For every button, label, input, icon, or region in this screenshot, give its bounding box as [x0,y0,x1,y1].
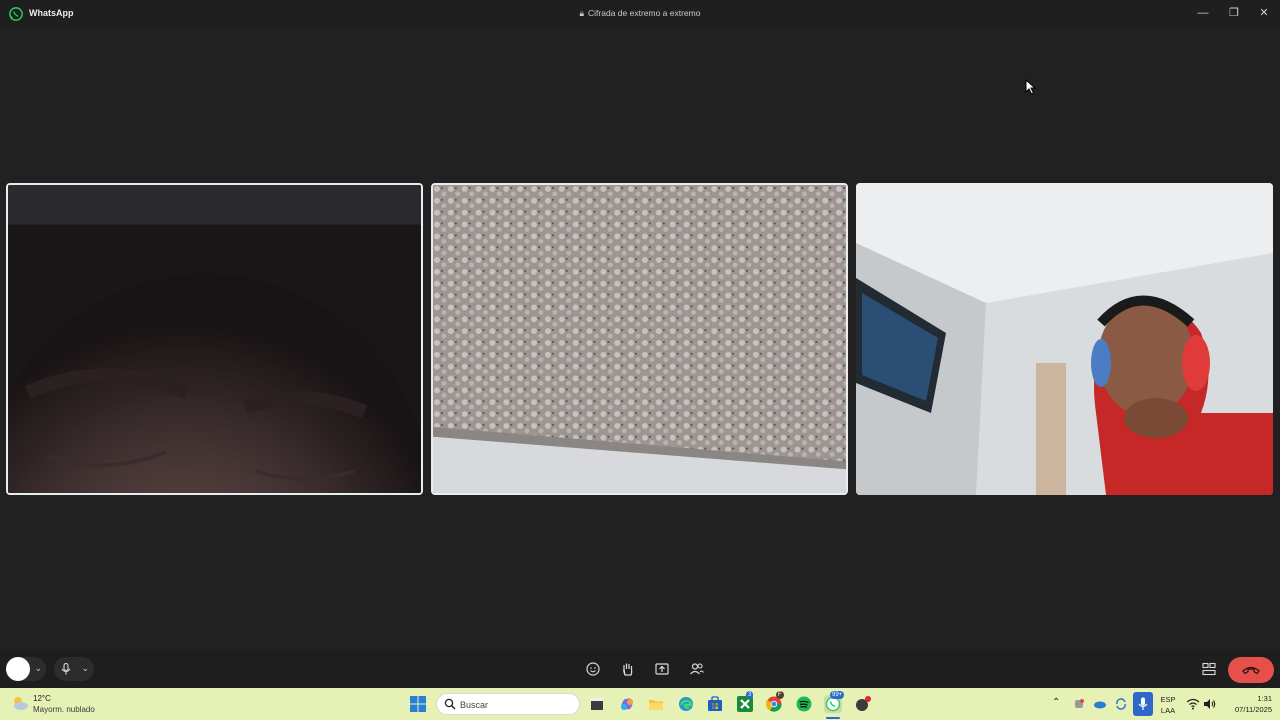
clock-time[interactable]: 1:31 [1226,694,1272,703]
whatsapp-icon[interactable]: 99+ [824,691,845,713]
end-call-button[interactable] [1228,657,1274,683]
title-bar: WhatsApp 🔒︎ Cifrada de extremo a extremo … [0,0,1280,28]
encryption-notice: 🔒︎ Cifrada de extremo a extremo [0,8,1280,19]
spotify-icon[interactable] [795,695,813,713]
close-button[interactable]: ✕ [1254,4,1274,22]
microphone-in-use-icon[interactable] [1133,692,1153,716]
chrome-icon[interactable]: F [765,691,784,713]
tray-app-icon[interactable] [1072,697,1086,711]
share-screen-icon[interactable] [654,661,670,677]
search-placeholder: Buscar [460,700,489,710]
ceiling-video [433,185,846,493]
cloudy-weather-icon[interactable] [10,693,30,713]
participant-video-2[interactable] [431,183,848,495]
volume-icon[interactable] [1203,698,1217,710]
microphone-control[interactable]: ⌄ [54,657,94,681]
microphone-options-chevron-icon[interactable]: ⌄ [81,663,89,674]
call-controls-bar: ⌄ ⌄ [0,650,1280,688]
onedrive-icon[interactable] [1093,697,1107,711]
xbox-icon[interactable]: 3 [736,691,754,713]
camera-options-chevron-icon[interactable]: ⌄ [34,663,42,674]
participant-video-self[interactable] [856,183,1273,495]
input-language[interactable]: ESP [1160,695,1176,704]
encryption-text: Cifrada de extremo a extremo [588,8,701,18]
maximize-button[interactable]: ❐ [1224,4,1244,22]
emoji-icon[interactable] [585,661,601,677]
whatsapp-active-indicator [826,717,840,719]
lock-icon: 🔒︎ [579,8,585,18]
sync-icon[interactable] [1114,697,1128,711]
store-icon[interactable] [706,695,724,713]
raise-hand-icon[interactable] [620,661,636,677]
minimize-button[interactable]: — [1193,4,1213,22]
search-icon [444,698,456,710]
add-participant-icon[interactable] [689,661,705,677]
file-icon[interactable] [588,695,606,713]
start-icon[interactable] [410,696,426,712]
copilot-icon[interactable] [618,695,636,713]
mouse-cursor-icon [1025,79,1037,95]
explorer-icon[interactable] [647,695,665,713]
weather-condition[interactable]: Mayorm. nublado [33,705,95,714]
participant-video-1[interactable] [6,183,423,495]
camera-toggle-knob [6,657,30,681]
person-headphones-video [856,183,1273,495]
layout-grid-icon[interactable] [1201,661,1217,677]
microphone-icon[interactable] [61,663,71,675]
whatsapp-badge: 99+ [830,691,845,699]
camera-toggle[interactable]: ⌄ [6,657,46,681]
windows-taskbar: 12°C Mayorm. nublado Buscar 3 F 99+ ⌃ ES… [0,688,1280,720]
wifi-icon[interactable] [1186,698,1200,710]
keyboard-layout[interactable]: LAA [1160,706,1176,715]
clock-date[interactable]: 07/11/2025 [1222,705,1272,714]
show-hidden-icons-chevron-icon[interactable]: ⌃ [1052,697,1060,708]
end-call-icon [1242,666,1260,675]
face-closeup-video [8,185,421,493]
app-icon[interactable] [854,695,872,713]
taskbar-search[interactable]: Buscar [436,693,580,715]
weather-temperature[interactable]: 12°C [33,694,51,703]
chrome-profile-badge: F [776,691,784,699]
edge-icon[interactable] [677,695,695,713]
